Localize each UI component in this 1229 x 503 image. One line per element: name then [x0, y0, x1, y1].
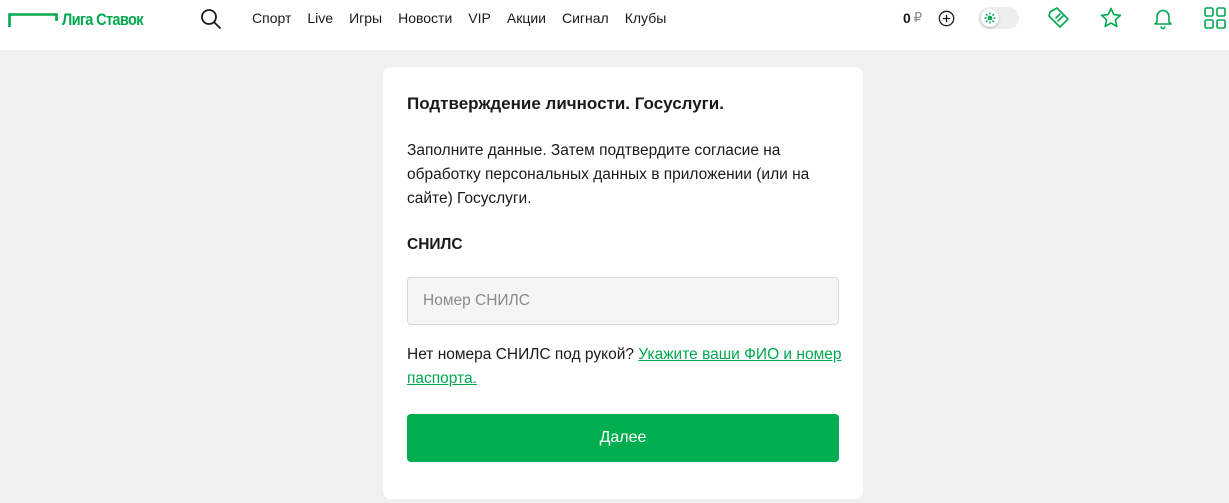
bell-icon[interactable] [1151, 6, 1175, 30]
nav-item-clubs[interactable]: Клубы [625, 9, 667, 27]
top-header: Лига Ставок Спорт Live Игры Новости VIP … [0, 0, 1229, 50]
snils-hint-text: Нет номера СНИЛС под рукой? [407, 346, 639, 363]
card-title: Подтверждение личности. Госуслуги. [407, 94, 724, 113]
logo-text: Лига Ставок [62, 10, 144, 29]
theme-toggle[interactable] [978, 7, 1019, 29]
snils-label: СНИЛС [407, 236, 463, 253]
nav-item-live[interactable]: Live [307, 9, 333, 27]
snils-input[interactable] [407, 277, 839, 325]
balance[interactable]: 0 ₽ [903, 10, 922, 26]
nav-item-games[interactable]: Игры [349, 9, 382, 27]
star-icon[interactable] [1099, 6, 1123, 30]
main-nav: Спорт Live Игры Новости VIP Акции Сигнал… [252, 9, 682, 27]
nav-item-vip[interactable]: VIP [468, 9, 491, 27]
coupon-icon[interactable] [1047, 6, 1071, 30]
nav-item-news[interactable]: Новости [398, 9, 452, 27]
plus-circle-icon[interactable] [938, 10, 955, 27]
balance-amount: 0 [903, 10, 911, 26]
search-icon[interactable] [200, 8, 222, 30]
next-button[interactable]: Далее [407, 414, 839, 462]
nav-item-promotions[interactable]: Акции [507, 9, 546, 27]
snils-hint: Нет номера СНИЛС под рукой? Укажите ваши… [407, 343, 847, 391]
verification-card: Подтверждение личности. Госуслуги. Запол… [383, 67, 863, 499]
card-description: Заполните данные. Затем подтвердите согл… [407, 142, 810, 207]
logo[interactable]: Лига Ставок [8, 10, 156, 30]
grid-icon[interactable] [1203, 6, 1227, 30]
nav-item-signal[interactable]: Сигнал [562, 9, 609, 27]
nav-item-sport[interactable]: Спорт [252, 9, 291, 27]
theme-toggle-icon [981, 9, 999, 27]
logo-mark-icon [8, 12, 58, 28]
balance-currency: ₽ [913, 10, 923, 25]
